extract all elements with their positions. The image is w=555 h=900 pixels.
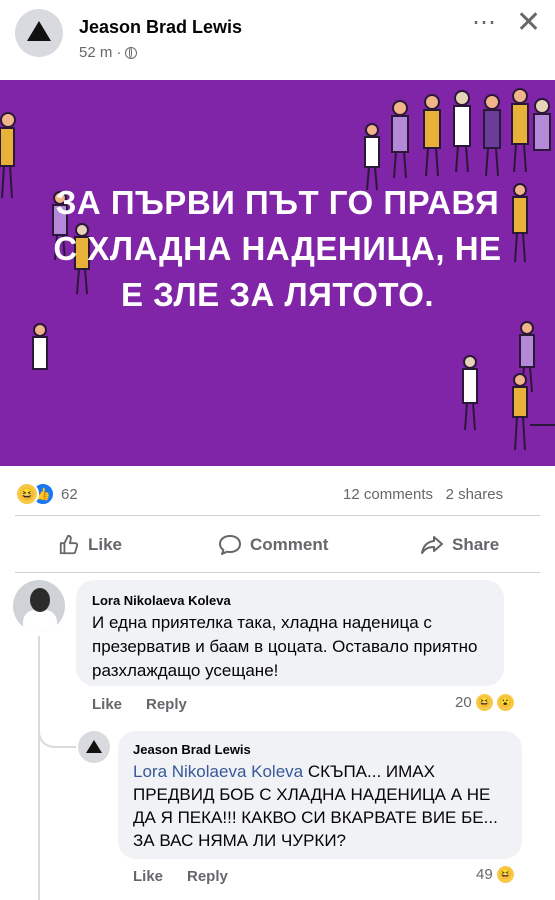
- author-avatar[interactable]: [15, 9, 63, 57]
- comment-reaction-count: 20: [455, 694, 472, 711]
- avatar-body: [23, 610, 57, 632]
- comment-label: Comment: [250, 535, 329, 554]
- avatar-head: [30, 588, 50, 612]
- share-arrow-icon: [421, 536, 443, 554]
- comment-button[interactable]: Comment: [218, 534, 328, 556]
- share-label: Share: [452, 535, 500, 554]
- banner-headline: ЗА ПЪРВИ ПЪТ ГО ПРАВЯ С ХЛАДНА НАДЕНИЦА,…: [53, 184, 502, 313]
- triangle-logo-icon: [27, 21, 51, 41]
- divider: [15, 572, 540, 573]
- comment-reply-button[interactable]: Reply: [146, 696, 187, 713]
- comment-bubble-icon: [219, 535, 241, 555]
- like-button[interactable]: Like: [58, 534, 122, 556]
- meta-separator: ·: [116, 44, 122, 61]
- post-time[interactable]: 52 m: [79, 44, 112, 61]
- globe-icon: [125, 46, 138, 59]
- comments-count[interactable]: 12 comments: [343, 486, 433, 503]
- reaction-summary[interactable]: 😆 👍 62: [15, 482, 78, 506]
- like-label: Like: [88, 535, 123, 554]
- mention-link[interactable]: Lora Nikolaeva Koleva: [133, 762, 303, 781]
- reply-connector: [38, 720, 76, 748]
- engagement-counts: 12 comments 2 shares: [343, 486, 503, 503]
- haha-reaction-icon: 😆: [496, 866, 514, 883]
- wow-reaction-icon: 😮: [496, 694, 514, 711]
- share-button[interactable]: Share: [420, 534, 499, 556]
- commenter-avatar[interactable]: [13, 580, 65, 632]
- reply-reaction-count: 49: [476, 866, 493, 883]
- post-image-banner[interactable]: ЗА ПЪРВИ ПЪТ ГО ПРАВЯ С ХЛАДНА НАДЕНИЦА,…: [0, 80, 555, 466]
- haha-reaction-icon: 😆: [15, 482, 39, 506]
- shares-count[interactable]: 2 shares: [446, 486, 504, 503]
- reply-reactions[interactable]: 49 😆: [476, 866, 514, 883]
- reply-text: Lora Nikolaeva Koleva СКЪПА... ИМАХ ПРЕД…: [133, 760, 513, 852]
- thumbs-up-icon: [59, 534, 79, 555]
- comment-reactions[interactable]: 20 😆 😮: [455, 694, 514, 711]
- reaction-count: 62: [61, 485, 78, 503]
- thread-line: [38, 636, 40, 900]
- comment-text: И една приятелка така, хладна наденица с…: [92, 613, 478, 680]
- more-options-icon[interactable]: ⋯: [472, 8, 497, 37]
- reply-reply-button[interactable]: Reply: [187, 868, 228, 885]
- close-icon[interactable]: ✕: [516, 5, 541, 40]
- haha-reaction-icon: 😆: [475, 694, 493, 711]
- triangle-logo-icon: [86, 740, 102, 753]
- post-author-name[interactable]: Jeason Brad Lewis: [79, 17, 242, 38]
- divider: [15, 515, 540, 516]
- reaction-icons: 😆 👍: [15, 482, 55, 506]
- comment-like-button[interactable]: Like: [92, 696, 122, 713]
- reply-author-avatar[interactable]: [78, 731, 110, 763]
- reply-author-name[interactable]: Jeason Brad Lewis: [133, 742, 251, 757]
- post-meta: 52 m ·: [79, 44, 138, 61]
- reply-like-button[interactable]: Like: [133, 868, 163, 885]
- commenter-name[interactable]: Lora Nikolaeva Koleva: [92, 593, 231, 608]
